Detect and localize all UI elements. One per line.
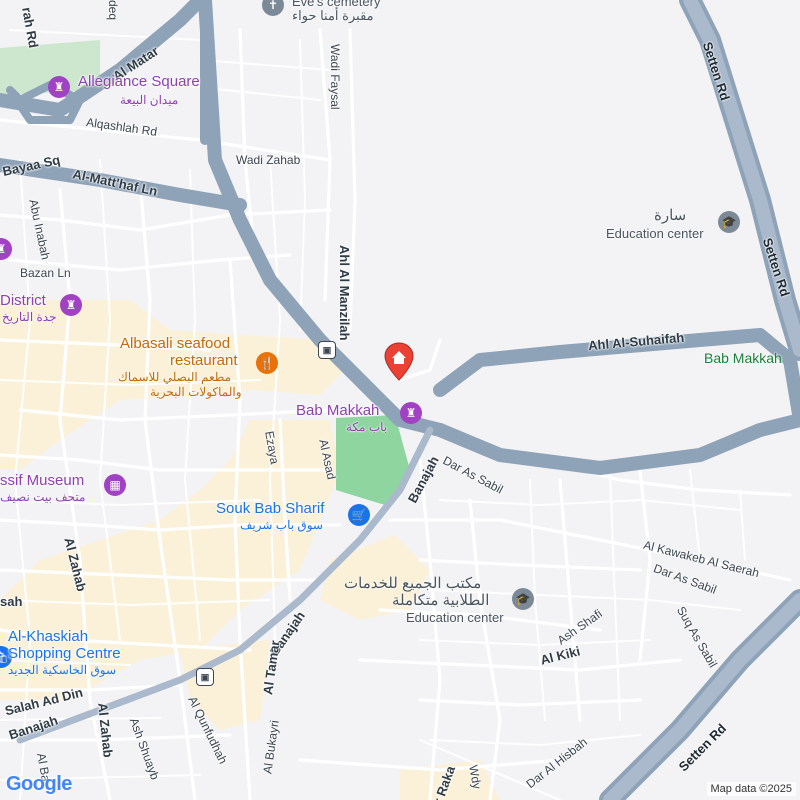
bus-stop-icon[interactable]: ▣	[318, 341, 336, 359]
graduation-cap-icon[interactable]: 🎓	[718, 211, 740, 233]
poi-maktab-category[interactable]: Education center	[406, 610, 504, 625]
poi-district-name[interactable]: District	[0, 292, 46, 309]
poi-sara-category[interactable]: Education center	[606, 226, 704, 241]
map-canvas[interactable]: rah Rd Al Matar Alqashlah Rd Bayaa Sq Al…	[0, 0, 800, 800]
road-label-wadi-zahab: Wadi Zahab	[236, 153, 301, 167]
poi-khaskiah-name-ar: سوق الخاسكية الجديد	[8, 663, 117, 677]
poi-albasali-name-line1[interactable]: Albasali seafood	[120, 335, 230, 352]
poi-bab-makkah-name-ar: باب مكة	[346, 420, 388, 434]
poi-museum-name-ar: متحف بيت نصيف	[0, 490, 86, 504]
road-label-ahl-al-manzilah: Ahl Al Manzilah	[337, 245, 352, 341]
map-data-attribution[interactable]: Map data ©2025	[706, 782, 796, 796]
graduation-cap-icon[interactable]: 🎓	[512, 588, 534, 610]
poi-eves-cemetery-name-ar: مقبرة أمنا حواء	[292, 8, 374, 23]
bus-stop-icon[interactable]: ▣	[196, 668, 214, 686]
poi-souk-name[interactable]: Souk Bab Sharif	[216, 500, 324, 517]
road-label-deq: deq	[106, 0, 120, 21]
poi-khaskiah-name-line1[interactable]: Al-Khaskiah	[8, 628, 88, 645]
location-pin-icon[interactable]	[384, 342, 414, 382]
poi-bab-makkah-name[interactable]: Bab Makkah	[296, 402, 379, 419]
poi-museum-name[interactable]: ssif Museum	[0, 472, 84, 489]
google-logo-text: Google	[6, 773, 72, 795]
shopping-cart-icon[interactable]: 🛒	[348, 504, 370, 526]
landmark-icon[interactable]: ♜	[60, 294, 82, 316]
landmark-icon[interactable]: ♜	[400, 402, 422, 424]
road-label-bazan: Bazan Ln	[20, 266, 71, 280]
poi-khaskiah-name-line2[interactable]: Shopping Centre	[8, 645, 121, 662]
poi-allegiance-square-name[interactable]: Allegiance Square	[78, 73, 200, 90]
museum-icon[interactable]: ▦	[104, 474, 126, 496]
poi-souk-name-ar: سوق باب شريف	[240, 518, 323, 532]
poi-albasali-name-ar-line1: مطعم البصلي للاسماك	[118, 370, 232, 384]
google-logo[interactable]: Google	[6, 773, 72, 796]
poi-sara-name-ar: سارة	[654, 207, 687, 224]
road-label-wadi-faysal: Wadi Faysal	[328, 44, 342, 110]
poi-allegiance-square-name-ar: ميدان البيعة	[120, 93, 179, 107]
poi-maktab-name-ar-line1: مكتب الجميع للخدمات	[344, 575, 482, 592]
poi-maktab-name-ar-line2: الطلابية متكاملة	[392, 592, 490, 609]
poi-albasali-name-ar-line2: والماكولات البحرية	[150, 385, 242, 399]
road-label-sah: sah	[0, 594, 23, 609]
restaurant-icon[interactable]: 🍴	[256, 352, 278, 374]
poi-district-name-ar: جدة التاريخ	[2, 310, 57, 324]
poi-bab-makkah-right-name[interactable]: Bab Makkah	[704, 350, 782, 366]
landmark-icon[interactable]: ♜	[48, 76, 70, 98]
poi-albasali-name-line2[interactable]: restaurant	[170, 352, 238, 369]
